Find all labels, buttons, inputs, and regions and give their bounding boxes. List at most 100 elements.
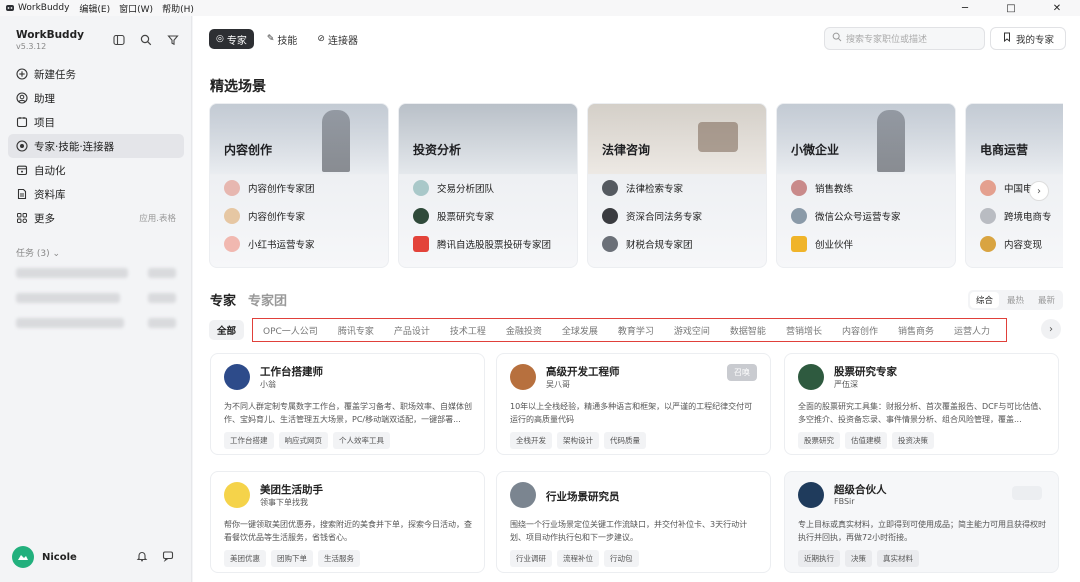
task-item-blurred[interactable] — [16, 318, 124, 328]
tasks-header[interactable]: 任务 (3) ⌄ — [16, 246, 60, 259]
scene-card-ecommerce[interactable]: 电商运营 中国电 跨境电商专 内容变现 — [965, 103, 1063, 268]
sidebar-item-new-task[interactable]: 新建任务 — [8, 62, 184, 86]
category-item[interactable]: 腾讯专家 — [328, 324, 384, 337]
scene-expert-item[interactable]: 资深合同法务专家 — [602, 202, 702, 230]
menu-window[interactable]: 窗口(W) — [119, 2, 153, 15]
scene-item-label: 销售教练 — [815, 184, 854, 195]
scene-item-label: 内容创作专家团 — [248, 184, 315, 195]
category-item[interactable]: 全球发展 — [552, 324, 608, 337]
expert-title: 美团生活助手 — [260, 484, 323, 496]
expert-description: 为不同人群定制专属数字工作台，覆盖学习备考、职场效率、自媒体创作、宝妈育儿、生活… — [224, 402, 472, 424]
category-item[interactable]: 技术工程 — [440, 324, 496, 337]
window-controls: ─ □ ✕ — [942, 0, 1080, 16]
expert-card[interactable]: 高级开发工程师 吴八哥 召唤 10年以上全栈经验，精通多种语言和框架，以严谨的工… — [496, 353, 771, 455]
category-item[interactable]: 产品设计 — [384, 324, 440, 337]
search-input[interactable]: 搜索专家职位或描述 — [824, 27, 985, 50]
scene-expert-item[interactable]: 内容变现 — [980, 230, 1052, 258]
expert-card[interactable]: 行业场景研究员 围绕一个行业场景定位关键工作流缺口，并交付补位卡、3天行动计划、… — [496, 471, 771, 573]
tab-expert-teams[interactable]: 专家团 — [248, 290, 287, 309]
user-profile[interactable]: Nicole — [12, 546, 77, 568]
tab-experts-list[interactable]: 专家 — [210, 290, 236, 309]
category-item[interactable]: OPC一人公司 — [259, 324, 328, 337]
scene-expert-item[interactable]: 财税合规专家团 — [602, 230, 702, 258]
chevron-right-icon[interactable]: › — [1041, 319, 1061, 339]
title-bar: WorkBuddy 编辑(E) 窗口(W) 帮助(H) ─ □ ✕ — [0, 0, 1080, 16]
search-icon[interactable] — [139, 33, 152, 46]
close-icon[interactable]: ✕ — [1034, 0, 1080, 16]
sidebar: WorkBuddy v5.3.12 新建任务 助理 项目 专家·技能·连接器 自… — [0, 16, 192, 582]
category-item[interactable]: 数据智能 — [720, 324, 776, 337]
scene-expert-item[interactable]: 创业伙伴 — [791, 230, 901, 258]
category-all[interactable]: 全部 — [209, 320, 245, 340]
scene-expert-item[interactable]: 交易分析团队 — [413, 174, 551, 202]
task-item-blurred[interactable] — [148, 318, 176, 328]
tab-connectors[interactable]: ⊘ 连接器 — [310, 29, 365, 49]
scene-card-small-business[interactable]: 小微企业 销售教练 微信公众号运营专家 创业伙伴 — [776, 103, 956, 268]
task-item-blurred[interactable] — [16, 268, 128, 278]
menu-help[interactable]: 帮助(H) — [162, 2, 194, 15]
category-item[interactable]: 营销增长 — [776, 324, 832, 337]
user-name: Nicole — [42, 551, 77, 563]
bookmark-icon — [1002, 32, 1012, 45]
maximize-icon[interactable]: □ — [988, 0, 1034, 16]
sidebar-item-assistant[interactable]: 助理 — [8, 86, 184, 110]
avatar — [224, 236, 240, 252]
sort-newest[interactable]: 最新 — [1032, 292, 1061, 308]
category-item[interactable]: 内容创作 — [832, 324, 888, 337]
scene-card-investment[interactable]: 投资分析 交易分析团队 股票研究专家 腾讯自选股股票投研专家团 — [398, 103, 578, 268]
scene-photo — [210, 104, 388, 174]
category-item[interactable]: 教育学习 — [608, 324, 664, 337]
filter-icon[interactable] — [166, 33, 179, 46]
summon-button[interactable]: 召唤 — [727, 364, 757, 381]
scene-item-label: 微信公众号运营专家 — [815, 212, 901, 223]
chat-icon[interactable] — [162, 550, 174, 565]
avatar — [510, 364, 536, 390]
sidebar-item-automation[interactable]: 自动化 — [8, 158, 184, 182]
category-item[interactable]: 金融投资 — [496, 324, 552, 337]
category-item[interactable]: 游戏空间 — [664, 324, 720, 337]
scene-expert-item[interactable]: 小红书运营专家 — [224, 230, 315, 258]
sort-hottest[interactable]: 最热 — [1001, 292, 1030, 308]
tab-skills[interactable]: ✎ 技能 — [260, 29, 305, 49]
my-experts-button[interactable]: 我的专家 — [990, 27, 1066, 50]
scene-expert-item[interactable]: 腾讯自选股股票投研专家团 — [413, 230, 551, 258]
category-item[interactable]: 运营人力 — [944, 324, 1000, 337]
sidebar-toggle-icon[interactable] — [112, 33, 125, 46]
expert-card[interactable]: 美团生活助手 领事下单找我 帮你一键领取美团优惠券，搜索附近的美食并下单，探索今… — [210, 471, 485, 573]
expert-tag: 股票研究 — [798, 432, 840, 449]
tab-experts[interactable]: ◎ 专家 — [209, 29, 254, 49]
expert-tag: 行业调研 — [510, 550, 552, 567]
sidebar-item-library[interactable]: 资料库 — [8, 182, 184, 206]
scene-expert-item[interactable]: 销售教练 — [791, 174, 901, 202]
scene-title: 小微企业 — [791, 143, 840, 157]
category-item[interactable]: 销售商务 — [888, 324, 944, 337]
chevron-right-icon[interactable]: › — [1029, 181, 1049, 201]
sort-comprehensive[interactable]: 综合 — [970, 292, 1000, 308]
scene-expert-item[interactable]: 法律检索专家 — [602, 174, 702, 202]
task-item-blurred[interactable] — [148, 268, 176, 278]
avatar — [224, 208, 240, 224]
app-logo-icon — [5, 3, 15, 13]
scene-card-content[interactable]: 内容创作 内容创作专家团 内容创作专家 小红书运营专家 — [209, 103, 389, 268]
menu-edit[interactable]: 编辑(E) — [79, 2, 110, 15]
avatar — [413, 208, 429, 224]
task-item-blurred[interactable] — [16, 293, 120, 303]
expert-card[interactable]: 超级合伙人 FBSir 专上目标或真实材料，立即得到可使用成品；简主能力可用且获… — [784, 471, 1059, 573]
expert-card[interactable]: 股票研究专家 严伍深 全面的股票研究工具集：财报分析、首次覆盖报告、DCF与可比… — [784, 353, 1059, 455]
sidebar-item-more[interactable]: 更多 应用.表格 — [8, 206, 184, 230]
bell-icon[interactable] — [136, 550, 148, 565]
sidebar-item-project[interactable]: 项目 — [8, 110, 184, 134]
scene-card-legal[interactable]: 法律咨询 法律检索专家 资深合同法务专家 财税合规专家团 — [587, 103, 767, 268]
avatar — [510, 482, 536, 508]
minimize-icon[interactable]: ─ — [942, 0, 988, 16]
task-item-blurred[interactable] — [148, 293, 176, 303]
scene-expert-item[interactable]: 内容创作专家团 — [224, 174, 315, 202]
list-tabs: 专家 专家团 — [210, 290, 287, 309]
avatar — [12, 546, 34, 568]
sidebar-item-experts[interactable]: 专家·技能·连接器 — [8, 134, 184, 158]
scene-expert-item[interactable]: 股票研究专家 — [413, 202, 551, 230]
scene-expert-item[interactable]: 微信公众号运营专家 — [791, 202, 901, 230]
scene-expert-item[interactable]: 跨境电商专 — [980, 202, 1052, 230]
expert-card[interactable]: 工作台搭建师 小翁 为不同人群定制专属数字工作台，覆盖学习备考、职场效率、自媒体… — [210, 353, 485, 455]
scene-expert-item[interactable]: 内容创作专家 — [224, 202, 315, 230]
